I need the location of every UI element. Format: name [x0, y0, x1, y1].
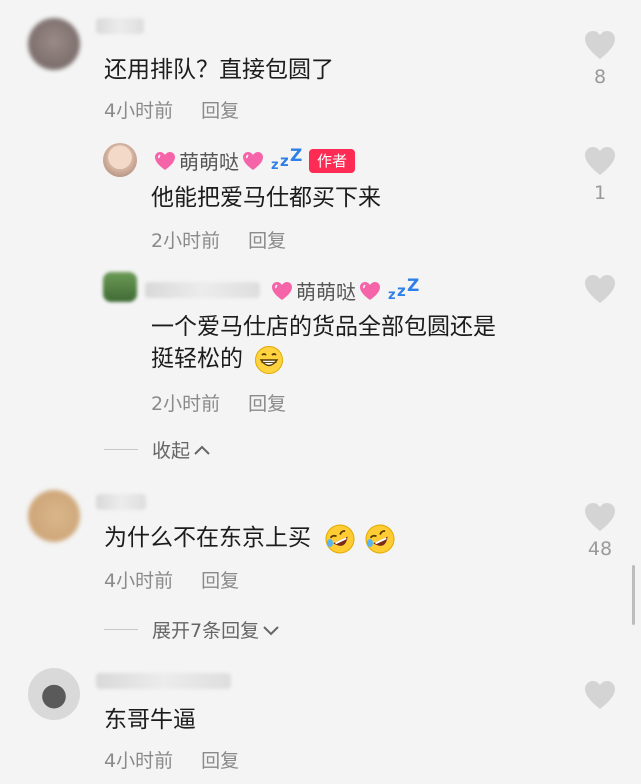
reply-button[interactable]: 回复 [201, 750, 239, 772]
like-button[interactable] [580, 680, 620, 716]
heart-icon [585, 503, 615, 531]
chevron-down-icon [263, 625, 279, 635]
avatar-blurred[interactable] [28, 490, 80, 542]
avatar-baby[interactable] [103, 143, 137, 177]
reply-nickname-row: 萌萌哒 zzZ 作者 [153, 145, 356, 175]
username-blurred[interactable] [145, 282, 260, 298]
reply-button[interactable]: 回复 [248, 393, 286, 415]
reply-button[interactable]: 回复 [201, 570, 239, 592]
timestamp: 4小时前 [104, 100, 174, 122]
heart-icon [585, 275, 615, 303]
grinning-face-icon [255, 345, 284, 374]
comment-text-row: 为什么不在东京上买 [104, 522, 396, 555]
rofl-icon [325, 524, 355, 553]
reply-nickname[interactable]: 萌萌哒 [296, 276, 356, 305]
sparkling-heart-icon [155, 151, 175, 170]
username-blurred[interactable] [96, 494, 146, 510]
avatar-blurred[interactable] [103, 272, 137, 302]
zzz-icon: zzZ [388, 275, 420, 303]
collapse-label: 收起 [152, 440, 191, 462]
reply-text: 他能把爱马仕都买下来 [151, 185, 381, 211]
chevron-up-icon [194, 445, 210, 455]
reply-text-line1: 一个爱马仕店的货品全部包圆还是 [151, 314, 496, 340]
timestamp: 4小时前 [104, 750, 174, 772]
avatar[interactable] [28, 668, 80, 720]
reply-nickname[interactable]: 萌萌哒 [179, 146, 239, 175]
author-badge: 作者 [309, 148, 356, 173]
divider-line [104, 629, 138, 630]
zzz-icon: zzZ [271, 145, 303, 173]
reply-text-line2-row: 挺轻松的 [151, 343, 284, 375]
comment-meta: 4小时前 回复 [104, 96, 239, 123]
comment-text: 东哥牛逼 [104, 707, 196, 733]
comment-text: 还用排队？直接包圆了 [104, 57, 334, 83]
reply-meta: 2小时前 回复 [151, 226, 286, 253]
divider-line [104, 449, 138, 450]
timestamp: 2小时前 [151, 230, 221, 252]
heart-icon [585, 147, 615, 175]
expand-replies-button[interactable]: 展开7条回复 [104, 616, 280, 643]
username-blurred[interactable] [96, 18, 144, 34]
comment-meta: 4小时前 回复 [104, 746, 239, 773]
comment-meta: 4小时前 回复 [104, 566, 239, 593]
like-count: 48 [587, 538, 613, 560]
like-count: 1 [593, 182, 607, 204]
scrollbar-thumb[interactable] [632, 565, 635, 625]
heart-icon [585, 681, 615, 709]
sparkling-heart-icon [243, 151, 263, 170]
heart-icon [585, 31, 615, 59]
collapse-replies-button[interactable]: 收起 [104, 436, 211, 463]
comment-text: 为什么不在东京上买 [104, 525, 311, 551]
avatar-blurred[interactable] [28, 18, 80, 70]
reply-nickname-row: 萌萌哒 zzZ [270, 275, 420, 305]
reply-button[interactable]: 回复 [201, 100, 239, 122]
like-button[interactable]: 1 [580, 146, 620, 204]
reply-meta: 2小时前 回复 [151, 389, 286, 416]
sparkling-heart-icon [272, 281, 292, 300]
like-button[interactable] [580, 274, 620, 310]
rofl-icon [365, 524, 395, 553]
expand-label: 展开7条回复 [152, 620, 260, 642]
timestamp: 4小时前 [104, 570, 174, 592]
timestamp: 2小时前 [151, 393, 221, 415]
sparkling-heart-icon [360, 281, 380, 300]
reply-button[interactable]: 回复 [248, 230, 286, 252]
like-button[interactable]: 8 [580, 30, 620, 88]
like-button[interactable]: 48 [580, 502, 620, 560]
reply-text-line2: 挺轻松的 [151, 346, 243, 372]
username-blurred[interactable] [96, 673, 231, 689]
like-count: 8 [593, 66, 607, 88]
